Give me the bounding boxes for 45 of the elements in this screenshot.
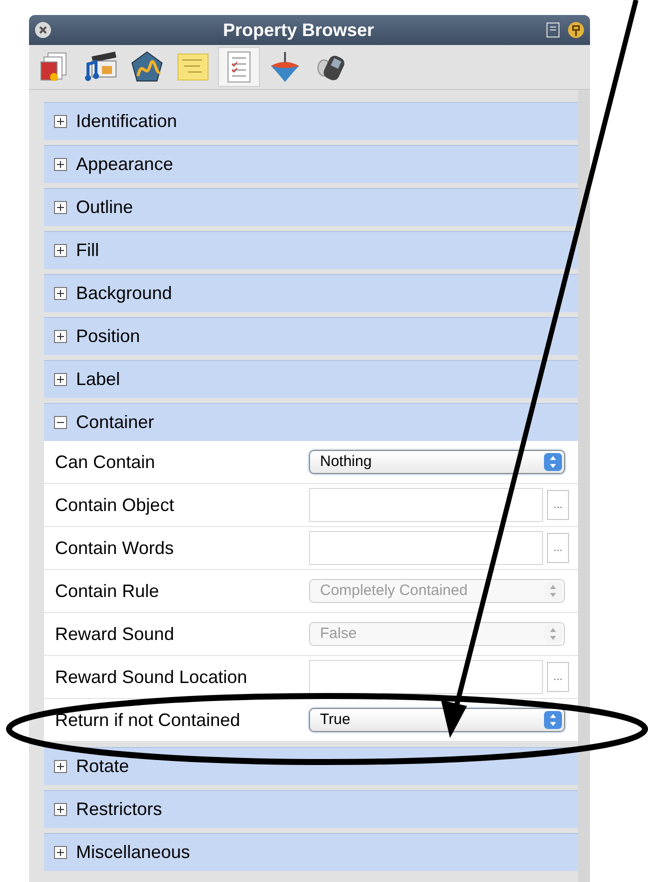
plus-icon <box>54 760 67 773</box>
property-label: Contain Words <box>54 536 175 560</box>
browse-button[interactable]: ... <box>547 662 569 692</box>
stepper-arrows-icon <box>544 711 562 729</box>
plus-icon <box>54 803 67 816</box>
window-title: Property Browser <box>222 18 376 42</box>
pentagon-pen-icon <box>130 50 164 84</box>
property-label: Contain Rule <box>54 580 160 602</box>
property-label: Can Contain <box>54 450 156 474</box>
close-icon[interactable] <box>34 21 52 39</box>
input-field[interactable] <box>309 531 543 565</box>
section-header[interactable]: Outline <box>44 188 578 226</box>
stepper-arrows-icon <box>544 453 562 471</box>
plus-icon <box>54 201 67 214</box>
property-label: Reward Sound Location <box>54 666 248 688</box>
section-header[interactable]: Miscellaneous <box>44 833 578 871</box>
section-header[interactable]: Identification <box>44 102 578 140</box>
pin-icon[interactable] <box>567 21 585 39</box>
browse-button[interactable]: ... <box>547 533 569 563</box>
plus-icon <box>54 158 67 171</box>
plus-icon <box>54 373 67 386</box>
popup-menu[interactable]: Nothing <box>309 450 565 474</box>
popup-menu[interactable]: True <box>309 708 565 732</box>
input-field[interactable] <box>309 488 543 522</box>
section-header[interactable]: Background <box>44 274 578 312</box>
section-header[interactable]: Restrictors <box>44 790 578 828</box>
spinning-top-icon <box>268 50 302 84</box>
input-field[interactable] <box>309 660 543 694</box>
browse-button[interactable]: ... <box>547 490 569 520</box>
collapse-icon[interactable] <box>545 22 561 38</box>
property-label: Contain Object <box>54 494 176 517</box>
minus-icon <box>54 416 67 429</box>
section-header[interactable]: Fill <box>44 231 578 269</box>
plus-icon <box>54 846 67 859</box>
plus-icon <box>54 287 67 300</box>
film-music-icon <box>84 50 118 84</box>
section-header[interactable]: Appearance <box>44 145 578 183</box>
property-label: Reward Sound <box>54 622 176 646</box>
plus-icon <box>54 244 67 257</box>
plus-icon <box>54 330 67 343</box>
plus-icon <box>54 115 67 128</box>
section-header[interactable]: Position <box>44 317 578 355</box>
section-header[interactable]: Label <box>44 360 578 398</box>
section-header[interactable]: Container <box>44 403 578 441</box>
property-label: Return if not Contained <box>54 708 242 732</box>
